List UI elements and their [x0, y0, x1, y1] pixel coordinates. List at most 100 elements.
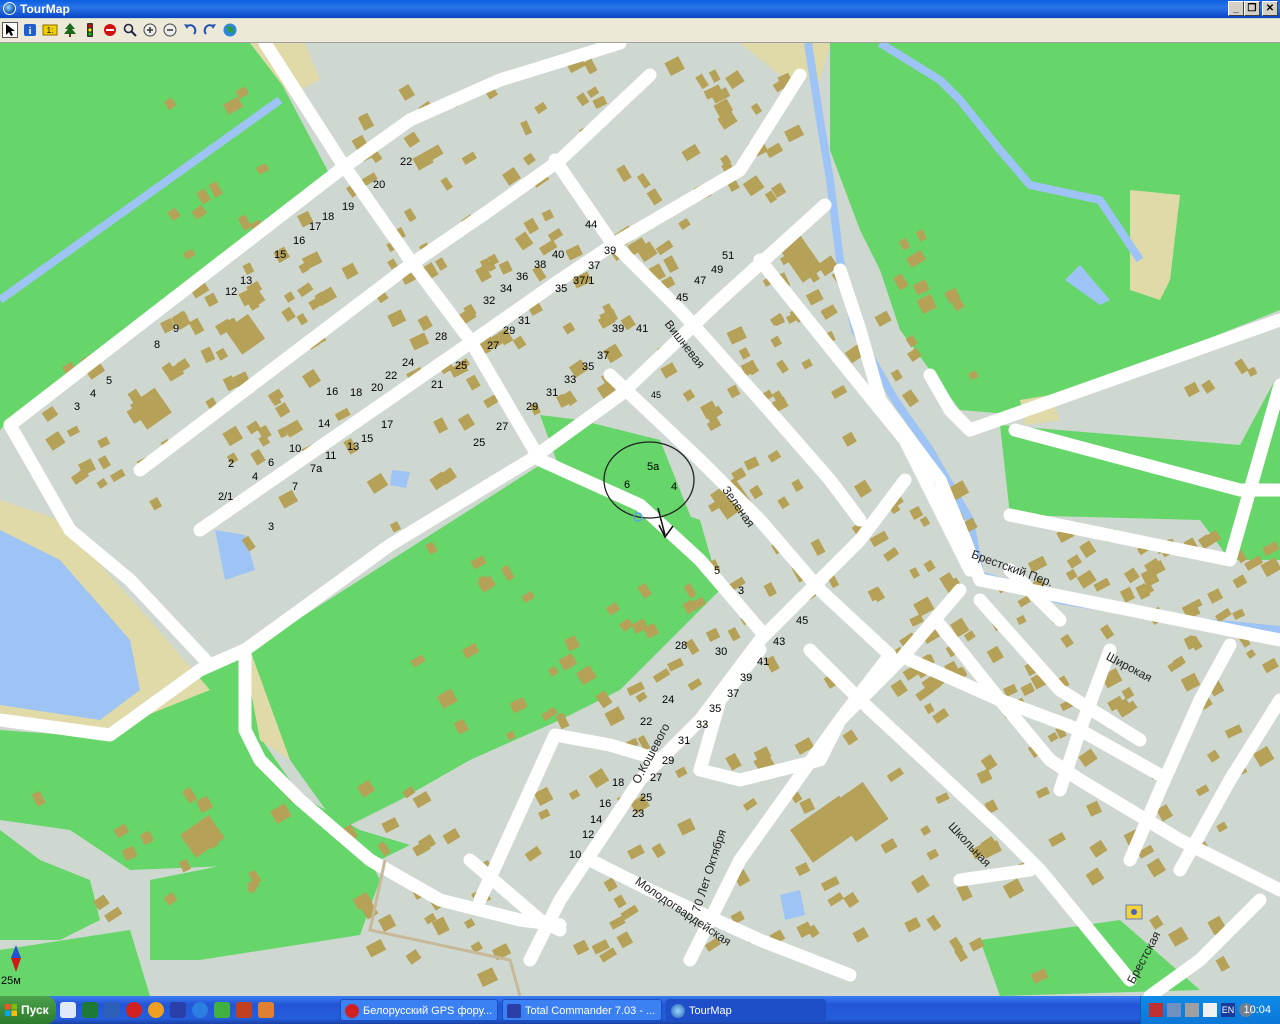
info-tool-icon[interactable]: i	[22, 22, 38, 38]
house-number: 27	[496, 421, 509, 433]
opera-icon	[345, 1004, 359, 1018]
task-opera[interactable]: Белорусский GPS фору...	[340, 999, 498, 1021]
close-button[interactable]: ✕	[1262, 1, 1278, 16]
house-number: 45	[651, 390, 662, 400]
globe-tool-icon[interactable]	[222, 22, 238, 38]
minimize-button[interactable]: _	[1228, 1, 1244, 16]
house-number: 15	[361, 433, 374, 445]
house-number: 35	[582, 361, 595, 373]
house-number: 47	[694, 275, 707, 287]
house-number: 37	[588, 260, 601, 272]
house-number: 5	[106, 375, 113, 387]
redo-tool-icon[interactable]	[202, 22, 218, 38]
window-title: TourMap	[20, 2, 70, 16]
house-number: 22	[385, 370, 398, 382]
app-a-icon[interactable]	[148, 1002, 164, 1018]
house-number: 5а	[647, 461, 660, 473]
house-number: 33	[564, 374, 577, 386]
floppy-quicklaunch-icon[interactable]	[170, 1002, 186, 1018]
device-icon[interactable]	[1185, 1003, 1199, 1017]
app-red-icon[interactable]	[236, 1002, 252, 1018]
house-number: 4	[90, 388, 97, 400]
pointer-tool-icon[interactable]	[2, 22, 18, 38]
app-green-icon[interactable]	[214, 1002, 230, 1018]
maximize-button[interactable]: ❐	[1244, 1, 1260, 16]
search-tool-icon[interactable]	[122, 22, 138, 38]
house-number: 10	[569, 849, 582, 861]
house-number: 43	[773, 636, 786, 648]
house-number: 28	[435, 331, 448, 343]
app-orange-icon[interactable]	[258, 1002, 274, 1018]
house-number: 13	[240, 275, 253, 287]
clock: 10:04	[1243, 1004, 1271, 1016]
toolbar: i 1:	[0, 19, 1280, 43]
zoom-in-tool-icon[interactable]	[142, 22, 158, 38]
map-view[interactable]: 22 20 19 18 17 16 15 13 12 9 8 5 4 3 28 24 22 21 20 18 16 14 1…	[0, 43, 1280, 996]
house-number: 6	[268, 457, 275, 469]
house-number: 12	[582, 829, 595, 841]
system-tray: EN 10:04	[1140, 996, 1280, 1024]
house-number: 37	[597, 350, 610, 362]
house-number: 6	[624, 479, 631, 491]
house-number: 35	[555, 283, 568, 295]
house-number: 4	[252, 471, 259, 483]
house-number: 38	[534, 259, 547, 271]
house-number: 25	[455, 360, 468, 372]
house-number: 24	[402, 357, 415, 369]
house-number: 18	[350, 387, 363, 399]
house-number: 29	[503, 325, 516, 337]
house-number: 25	[473, 437, 486, 449]
task-label: Белорусский GPS фору...	[363, 1005, 493, 1017]
house-number: 41	[636, 323, 649, 335]
undo-tool-icon[interactable]	[182, 22, 198, 38]
house-number: 20	[371, 382, 384, 394]
start-button[interactable]: Пуск	[0, 996, 56, 1024]
house-number: 18	[322, 211, 335, 223]
house-number: 5	[714, 565, 721, 577]
opera-quicklaunch-icon[interactable]	[126, 1002, 142, 1018]
house-number: 28	[675, 640, 688, 652]
house-number: 39	[604, 245, 617, 257]
svg-text:i: i	[29, 26, 32, 37]
network-icon[interactable]	[1167, 1003, 1181, 1017]
house-number: 29	[526, 401, 539, 413]
scale-tool-icon[interactable]: 1:	[42, 22, 58, 38]
poi-icon	[1125, 904, 1143, 920]
house-number: 16	[293, 235, 306, 247]
house-number: 17	[381, 419, 394, 431]
traffic-tool-icon[interactable]	[82, 22, 98, 38]
house-number: 51	[722, 250, 735, 262]
show-desktop-icon[interactable]	[60, 1002, 76, 1018]
house-number: 37/1	[573, 275, 595, 287]
house-number: 30	[715, 646, 728, 658]
windows-flag-icon	[5, 1004, 17, 1016]
house-number: 31	[546, 387, 559, 399]
task-tourmap[interactable]: TourMap	[666, 999, 826, 1021]
tree-tool-icon[interactable]	[62, 22, 78, 38]
task-label: Total Commander 7.03 - ...	[525, 1005, 656, 1017]
speaker-icon[interactable]	[1149, 1003, 1163, 1017]
language-indicator[interactable]: EN	[1221, 1003, 1235, 1017]
house-number: 49	[711, 264, 724, 276]
house-number: 12	[225, 286, 238, 298]
house-number: 16	[599, 798, 612, 810]
task-total-commander[interactable]: Total Commander 7.03 - ...	[502, 999, 662, 1021]
start-label: Пуск	[21, 1003, 49, 1017]
word-icon[interactable]	[104, 1002, 120, 1018]
stop-tool-icon[interactable]	[102, 22, 118, 38]
house-number: 11	[325, 450, 337, 462]
house-number: 9	[173, 323, 180, 335]
house-number: 27	[650, 772, 663, 784]
usb-icon[interactable]	[1203, 1003, 1217, 1017]
house-number: 24	[662, 694, 675, 706]
zoom-out-tool-icon[interactable]	[162, 22, 178, 38]
house-number: 31	[518, 315, 531, 327]
house-number: 15	[274, 249, 287, 261]
house-number: 3	[74, 401, 81, 413]
house-number: 23	[632, 808, 645, 820]
excel-icon[interactable]	[82, 1002, 98, 1018]
internet-explorer-icon[interactable]	[192, 1002, 208, 1018]
house-number: 33	[696, 719, 709, 731]
house-number: 37	[727, 688, 740, 700]
house-number: 45	[676, 292, 689, 304]
